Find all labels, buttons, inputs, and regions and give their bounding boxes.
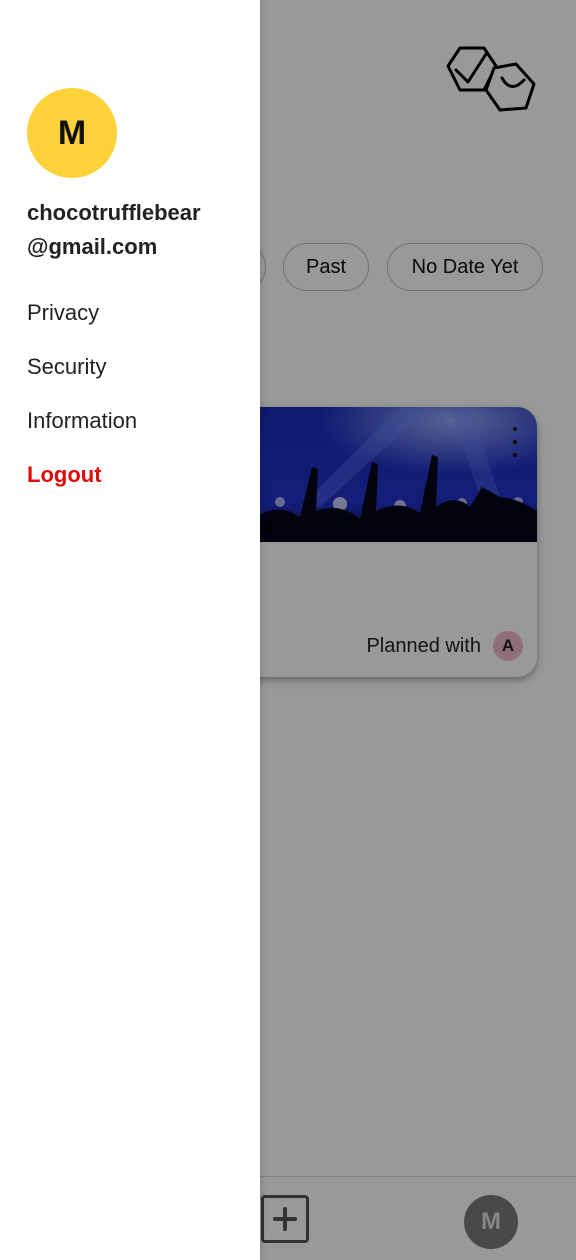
menu-item-information[interactable]: Information	[27, 401, 247, 455]
menu-item-logout[interactable]: Logout	[27, 455, 247, 509]
drawer-menu: Privacy Security Information Logout	[27, 293, 247, 509]
app-root: Past No Date Yet Planned with A M M choc…	[0, 0, 576, 1260]
user-email: chocotrufflebear @gmail.com	[27, 196, 252, 264]
drawer-avatar: M	[27, 88, 117, 178]
side-drawer: M chocotrufflebear @gmail.com Privacy Se…	[0, 0, 260, 1260]
menu-item-privacy[interactable]: Privacy	[27, 293, 247, 347]
user-email-line-2: @gmail.com	[27, 234, 158, 259]
menu-item-security[interactable]: Security	[27, 347, 247, 401]
user-email-line-1: chocotrufflebear	[27, 200, 201, 225]
